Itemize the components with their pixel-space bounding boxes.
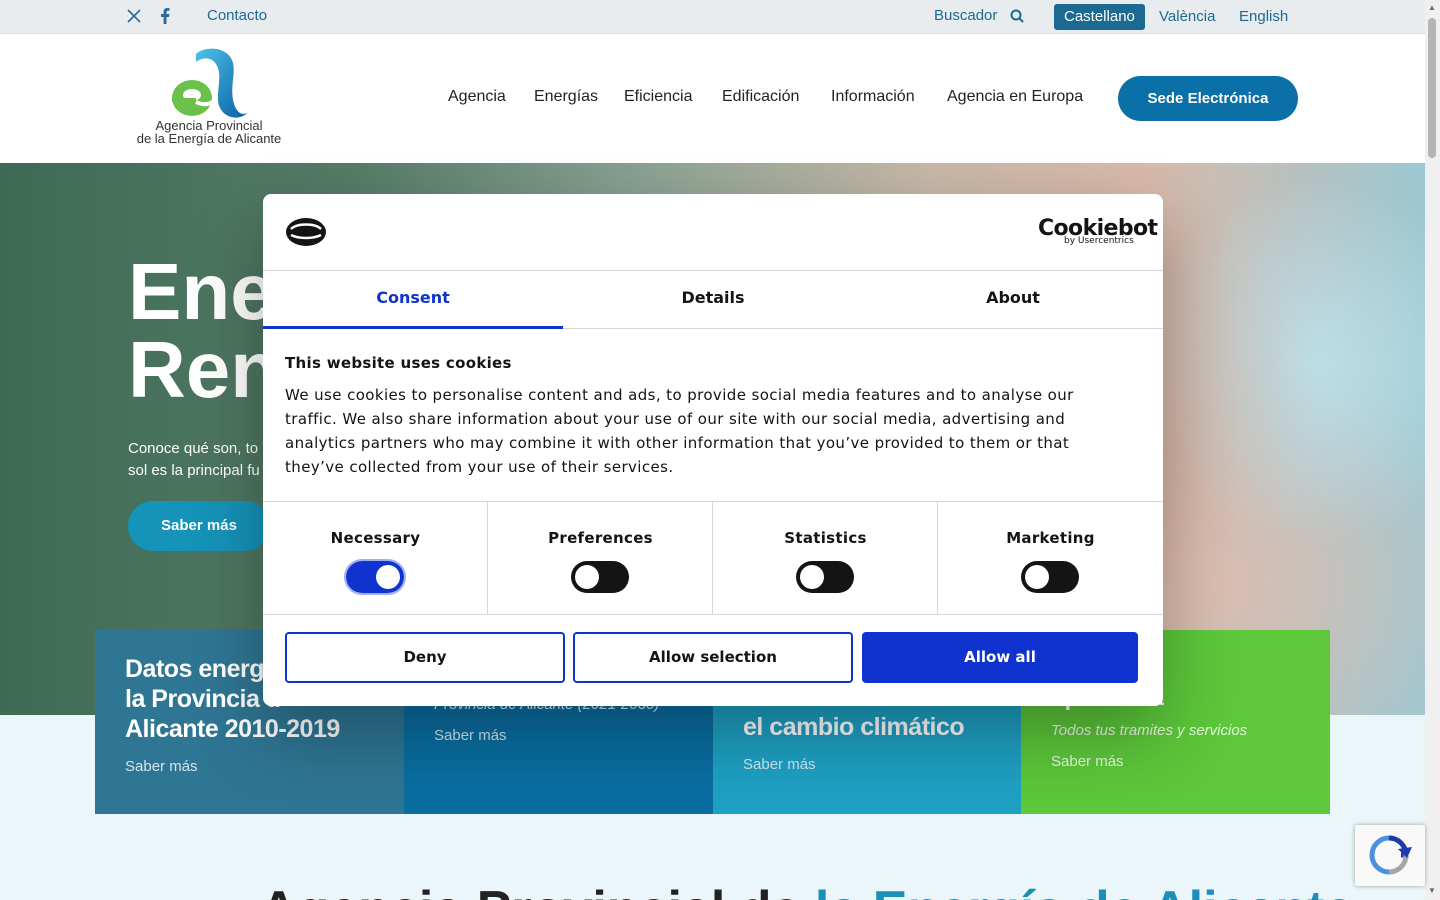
search-link[interactable]: Buscador xyxy=(934,7,997,24)
cookiebot-logo-icon xyxy=(285,216,327,248)
scroll-up-arrow-icon[interactable]: ▲ xyxy=(1428,3,1436,12)
marketing-toggle[interactable] xyxy=(1021,561,1079,593)
lang-english[interactable]: English xyxy=(1229,4,1298,30)
hero-title: Ene Ren xyxy=(128,247,280,414)
cookie-categories: Necessary Preferences Statistics Marketi… xyxy=(263,501,1163,615)
hero-title-line-1: Ene xyxy=(128,247,275,336)
category-label: Necessary xyxy=(330,529,421,547)
dialog-body-text: We use cookies to personalise content an… xyxy=(285,386,1074,476)
toggle-knob xyxy=(800,565,824,589)
card-saber-mas-link[interactable]: Saber más xyxy=(434,727,683,744)
section-heading: Agencia Provincial de la Energía de Alic… xyxy=(260,880,1353,900)
hero-saber-mas-button[interactable]: Saber más xyxy=(128,501,270,551)
dialog-title: This website uses cookies xyxy=(285,354,512,372)
facebook-icon[interactable] xyxy=(160,8,170,28)
card-title: el cambio climático xyxy=(743,712,992,742)
lang-castellano[interactable]: Castellano xyxy=(1054,4,1145,30)
card-title-line: Alicante 2010-2019 xyxy=(125,715,340,743)
nav-agencia[interactable]: Agencia xyxy=(448,88,506,106)
preferences-toggle[interactable] xyxy=(571,561,629,593)
section-heading-part-1: Agencia Provincial de xyxy=(260,881,815,900)
nav-edificacion[interactable]: Edificación xyxy=(722,88,799,106)
hero-title-line-2: Ren xyxy=(128,325,280,414)
search-icon[interactable] xyxy=(1010,9,1024,23)
category-necessary: Necessary xyxy=(263,502,488,615)
toggle-knob xyxy=(376,565,400,589)
scrollbar-thumb[interactable] xyxy=(1428,18,1436,158)
category-label: Preferences xyxy=(548,529,653,547)
x-twitter-icon[interactable] xyxy=(127,9,141,27)
recaptcha-icon xyxy=(1369,835,1412,875)
category-preferences: Preferences xyxy=(488,502,713,615)
deny-button[interactable]: Deny xyxy=(285,632,565,683)
site-header: Agencia Provincial de la Energía de Alic… xyxy=(0,34,1425,163)
dialog-header: Cookiebot by Usercentrics xyxy=(263,194,1163,271)
scroll-down-arrow-icon[interactable]: ▼ xyxy=(1428,886,1436,895)
top-bar: Contacto Buscador Castellano València En… xyxy=(0,0,1425,34)
card-saber-mas-link[interactable]: Saber más xyxy=(743,756,992,773)
nav-eficiencia[interactable]: Eficiencia xyxy=(624,88,692,106)
card-saber-mas-link[interactable]: Saber más xyxy=(1051,753,1300,770)
contact-link[interactable]: Contacto xyxy=(207,7,267,24)
category-marketing: Marketing xyxy=(938,502,1163,615)
cookiebot-by-text: by Usercentrics xyxy=(1064,236,1134,246)
cookie-consent-dialog: Cookiebot by Usercentrics Consent Detail… xyxy=(263,194,1163,706)
tab-consent[interactable]: Consent xyxy=(263,271,563,329)
lang-valencia[interactable]: València xyxy=(1149,4,1225,30)
logo-line-2: de la Energía de Alicante xyxy=(136,131,282,146)
nav-informacion[interactable]: Información xyxy=(831,88,915,106)
statistics-toggle[interactable] xyxy=(796,561,854,593)
nav-energias[interactable]: Energías xyxy=(534,88,598,106)
tab-about[interactable]: About xyxy=(863,271,1163,329)
tab-details[interactable]: Details xyxy=(563,271,863,329)
recaptcha-badge[interactable] xyxy=(1355,825,1425,886)
section-heading-part-2: la Energía de Alicante xyxy=(815,881,1353,900)
sede-electronica-button[interactable]: Sede Electrónica xyxy=(1118,76,1298,121)
card-subtitle: Todos tus tramites y servicios xyxy=(1051,722,1248,739)
allow-all-button[interactable]: Allow all xyxy=(862,632,1138,683)
category-label: Marketing xyxy=(1006,529,1095,547)
logo-text: Agencia Provincial de la Energía de Alic… xyxy=(134,119,284,145)
card-title-line: el cambio climático xyxy=(743,713,965,741)
dialog-tabs: Consent Details About xyxy=(263,271,1163,329)
category-label: Statistics xyxy=(784,529,867,547)
category-statistics: Statistics xyxy=(713,502,938,615)
necessary-toggle[interactable] xyxy=(344,559,406,595)
allow-selection-button[interactable]: Allow selection xyxy=(573,632,853,683)
toggle-knob xyxy=(1025,565,1049,589)
toggle-knob xyxy=(575,565,599,589)
card-saber-mas-link[interactable]: Saber más xyxy=(125,758,374,775)
nav-agencia-europa[interactable]: Agencia en Europa xyxy=(947,88,1083,106)
